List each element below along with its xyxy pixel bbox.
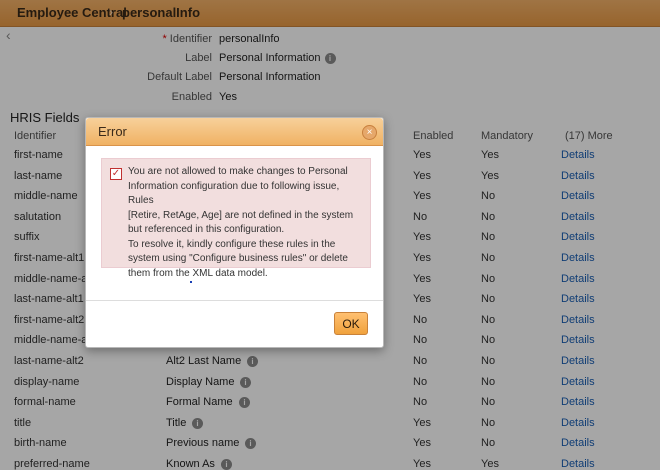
close-icon[interactable]: ×	[362, 125, 377, 140]
checkbox-icon: ✓	[110, 168, 122, 180]
error-line: [Retire, RetAge, Age] are not defined in…	[128, 209, 354, 221]
error-message: You are not allowed to make changes to P…	[128, 165, 364, 281]
error-line: You are not allowed to make changes to P…	[128, 166, 348, 177]
dialog-title: Error	[98, 124, 127, 139]
loading-dot	[190, 281, 192, 283]
error-line: To resolve it, kindly configure these ru…	[128, 238, 336, 250]
error-line: Information configuration due to followi…	[128, 180, 340, 207]
error-dialog: Error × ✓ You are not allowed to make ch…	[85, 117, 384, 348]
error-line: them from the XML data model.	[128, 267, 268, 279]
error-line: system using "Configure business rules" …	[128, 253, 348, 264]
ok-button[interactable]: OK	[334, 312, 368, 335]
error-message-box: ✓ You are not allowed to make changes to…	[101, 158, 371, 279]
error-line: but referenced in this configuration.	[128, 224, 285, 235]
dialog-divider	[86, 300, 383, 301]
dialog-header: Error ×	[86, 118, 383, 146]
